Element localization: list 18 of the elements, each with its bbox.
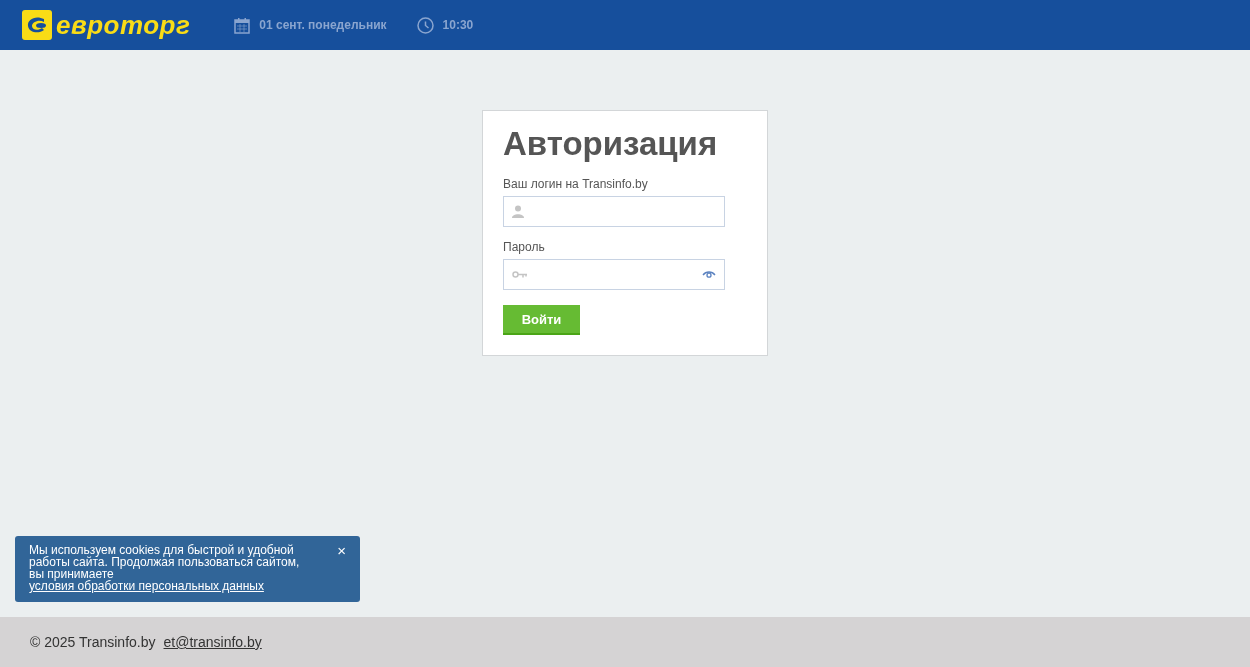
close-button[interactable]: × [337, 544, 346, 558]
time-text: 10:30 [442, 18, 474, 32]
eye-icon[interactable] [702, 271, 716, 278]
clock-icon [416, 16, 434, 34]
field-label: Пароль [503, 240, 546, 254]
login-title: Авторизация [503, 125, 719, 163]
email-link[interactable]: et@transinfo.by [163, 634, 262, 650]
user-icon [512, 205, 524, 218]
logo-text: евроторг [56, 9, 191, 41]
key-icon [512, 271, 528, 278]
calendar-icon [234, 16, 251, 34]
password-field[interactable] [503, 259, 725, 290]
field-label: Ваш логин на Transinfo.by [503, 177, 649, 191]
copyright-text: © 2025 Transinfo.by [30, 634, 156, 650]
login-field[interactable] [503, 196, 725, 227]
cookie-text: Мы используем cookies для быстрой и удобной работы сайта. Продолжая пользоваться сайтом, вы принимаете условия обработки персональных данных [29, 544, 301, 594]
date-text: 01 сент. понедельник [259, 18, 387, 32]
logo-icon [22, 10, 52, 40]
